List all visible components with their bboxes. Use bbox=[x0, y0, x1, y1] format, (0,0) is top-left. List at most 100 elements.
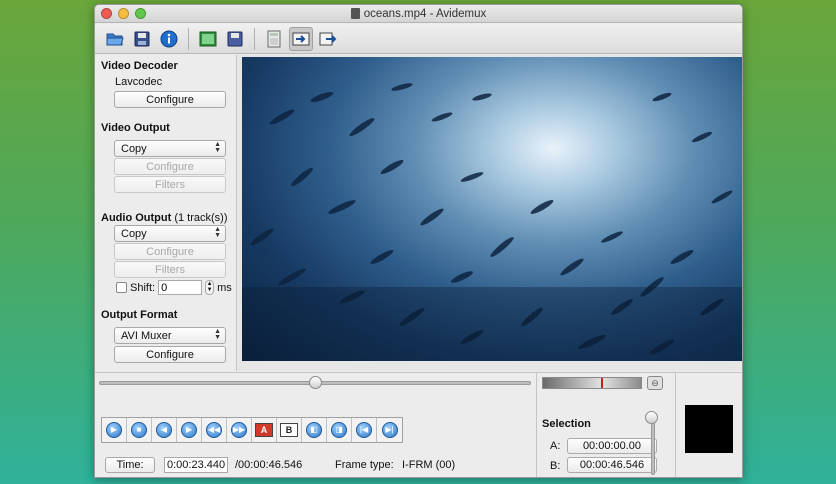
video-preview[interactable] bbox=[242, 57, 742, 361]
audio-shift-stepper[interactable]: ▲ ▼ bbox=[205, 280, 215, 295]
avidemux-window: oceans.mp4 - Avidemux Video Decoder Lavc… bbox=[94, 4, 743, 478]
select-arrows-icon: ▲ ▼ bbox=[214, 328, 221, 341]
set-marker-a-button[interactable]: A bbox=[252, 418, 277, 442]
audio-preview-box bbox=[685, 405, 733, 453]
video-area bbox=[236, 55, 742, 371]
select-arrows-icon: ▲ ▼ bbox=[214, 141, 221, 154]
video-decoder-title: Video Decoder bbox=[101, 60, 178, 72]
save-video-button[interactable] bbox=[223, 27, 247, 51]
volume-meter bbox=[542, 377, 642, 389]
minimize-window-button[interactable] bbox=[118, 8, 129, 19]
zoom-window-button[interactable] bbox=[135, 8, 146, 19]
output-format-configure-button[interactable]: Configure bbox=[114, 346, 226, 363]
selection-title: Selection bbox=[542, 418, 591, 430]
current-time-field[interactable]: 0:00:23.440 bbox=[164, 457, 228, 473]
title-bar[interactable]: oceans.mp4 - Avidemux bbox=[95, 5, 742, 23]
audio-output-select[interactable]: Copy ▲ ▼ bbox=[114, 225, 226, 242]
open-folder-button[interactable] bbox=[103, 27, 127, 51]
stop-button[interactable]: ■ bbox=[127, 418, 152, 442]
video-output-title: Video Output bbox=[101, 122, 170, 134]
stop-icon: ■ bbox=[131, 422, 147, 438]
volume-slider-track[interactable] bbox=[651, 415, 655, 475]
audio-shift-checkbox[interactable] bbox=[116, 282, 127, 293]
calculator-button[interactable] bbox=[262, 27, 286, 51]
video-frame-image bbox=[242, 83, 742, 361]
frame-type-value: I-FRM (00) bbox=[402, 459, 456, 471]
next-frame-button[interactable]: ▶ bbox=[177, 418, 202, 442]
set-marker-b-button[interactable]: B bbox=[277, 418, 302, 442]
output-format-title: Output Format bbox=[101, 309, 178, 321]
previous-keyframe-button[interactable]: ◀◀ bbox=[202, 418, 227, 442]
video-output-filters-button[interactable]: Filters bbox=[114, 176, 226, 193]
previous-frame-button[interactable]: ◀ bbox=[152, 418, 177, 442]
selection-b-label: B: bbox=[550, 460, 561, 472]
audio-shift-row: Shift: ▲▼ ms bbox=[116, 280, 232, 295]
audio-output-configure-button[interactable]: Configure bbox=[114, 243, 226, 260]
next-keyframe-button[interactable]: ▶▶ bbox=[227, 418, 252, 442]
previous-black-frame-icon: ◧ bbox=[306, 422, 322, 438]
settings-panel: Video Decoder Lavcodec Configure Video O… bbox=[95, 55, 235, 371]
output-format-select[interactable]: AVI Muxer ▲ ▼ bbox=[114, 327, 226, 344]
zoom-knob-icon[interactable]: ⊖ bbox=[647, 376, 663, 390]
window-title-group: oceans.mp4 - Avidemux bbox=[350, 7, 487, 20]
previous-frame-icon: ◀ bbox=[156, 422, 172, 438]
video-output-select[interactable]: Copy ▲ ▼ bbox=[114, 140, 226, 157]
audio-shift-input[interactable] bbox=[158, 280, 203, 295]
input-video-icon bbox=[319, 32, 337, 45]
panel-divider bbox=[536, 373, 537, 477]
set-marker-b-icon: B bbox=[280, 423, 298, 437]
previous-keyframe-icon: ◀◀ bbox=[206, 422, 222, 438]
playback-controls: ▶ ■ ◀ ▶ ◀◀ ▶▶ A B ◧ ◨ |◀ ▶| bbox=[101, 417, 403, 443]
volume-slider-thumb[interactable] bbox=[645, 411, 658, 424]
select-arrows-icon: ▲ ▼ bbox=[214, 226, 221, 239]
calculator-icon bbox=[267, 30, 281, 47]
next-black-frame-icon: ◨ bbox=[331, 422, 347, 438]
close-window-button[interactable] bbox=[101, 8, 112, 19]
set-marker-a-icon: A bbox=[255, 423, 273, 437]
selection-b-field[interactable]: 00:00:46.546 bbox=[567, 457, 657, 473]
video-output-selected: Copy bbox=[121, 142, 147, 155]
video-output-configure-button[interactable]: Configure bbox=[114, 158, 226, 175]
selection-a-field[interactable]: 00:00:00.00 bbox=[567, 438, 657, 454]
frame-type-label: Frame type: bbox=[335, 459, 394, 471]
selection-a-label: A: bbox=[550, 440, 561, 452]
next-black-frame-button[interactable]: ◨ bbox=[327, 418, 352, 442]
next-keyframe-icon: ▶▶ bbox=[231, 422, 247, 438]
play-icon: ▶ bbox=[106, 422, 122, 438]
audio-output-filters-button[interactable]: Filters bbox=[114, 261, 226, 278]
main-toolbar bbox=[95, 24, 742, 54]
go-last-frame-icon: ▶| bbox=[381, 422, 398, 438]
audio-output-title: Audio Output (1 track(s)) bbox=[101, 212, 228, 224]
save-video-icon bbox=[227, 31, 243, 46]
info-icon bbox=[160, 30, 178, 47]
go-first-frame-button[interactable]: |◀ bbox=[352, 418, 377, 442]
info-button[interactable] bbox=[157, 27, 181, 51]
previous-black-frame-button[interactable]: ◧ bbox=[302, 418, 327, 442]
output-format-selected: AVI Muxer bbox=[121, 329, 172, 342]
audio-output-title-text: Audio Output bbox=[101, 212, 172, 224]
document-icon bbox=[350, 8, 360, 19]
total-time: /00:00:46.546 bbox=[235, 459, 303, 471]
video-decoder-configure-button[interactable]: Configure bbox=[114, 91, 226, 108]
audio-output-tracks: (1 track(s)) bbox=[174, 212, 228, 224]
audio-shift-label: Shift: bbox=[130, 281, 156, 294]
volume-marker bbox=[601, 378, 603, 388]
time-button[interactable]: Time: bbox=[105, 457, 155, 473]
input-video-button[interactable] bbox=[316, 27, 340, 51]
open-video-icon bbox=[199, 31, 217, 46]
toolbar-separator bbox=[254, 27, 255, 50]
toolbar-separator bbox=[188, 27, 189, 50]
timeline-slider-thumb[interactable] bbox=[309, 376, 322, 389]
save-button[interactable] bbox=[130, 27, 154, 51]
open-video-button[interactable] bbox=[196, 27, 220, 51]
audio-output-selected: Copy bbox=[121, 227, 147, 240]
go-first-frame-icon: |◀ bbox=[356, 422, 372, 438]
panel-divider bbox=[675, 373, 676, 477]
go-last-frame-button[interactable]: ▶| bbox=[377, 418, 402, 442]
video-decoder-codec: Lavcodec bbox=[115, 76, 163, 88]
playback-area: ▶ ■ ◀ ▶ ◀◀ ▶▶ A B ◧ ◨ |◀ ▶| Time: 0:00:2… bbox=[95, 372, 742, 477]
save-icon bbox=[134, 31, 150, 46]
play-button[interactable]: ▶ bbox=[102, 418, 127, 442]
output-video-button[interactable] bbox=[289, 26, 313, 51]
window-title: oceans.mp4 - Avidemux bbox=[363, 7, 487, 20]
